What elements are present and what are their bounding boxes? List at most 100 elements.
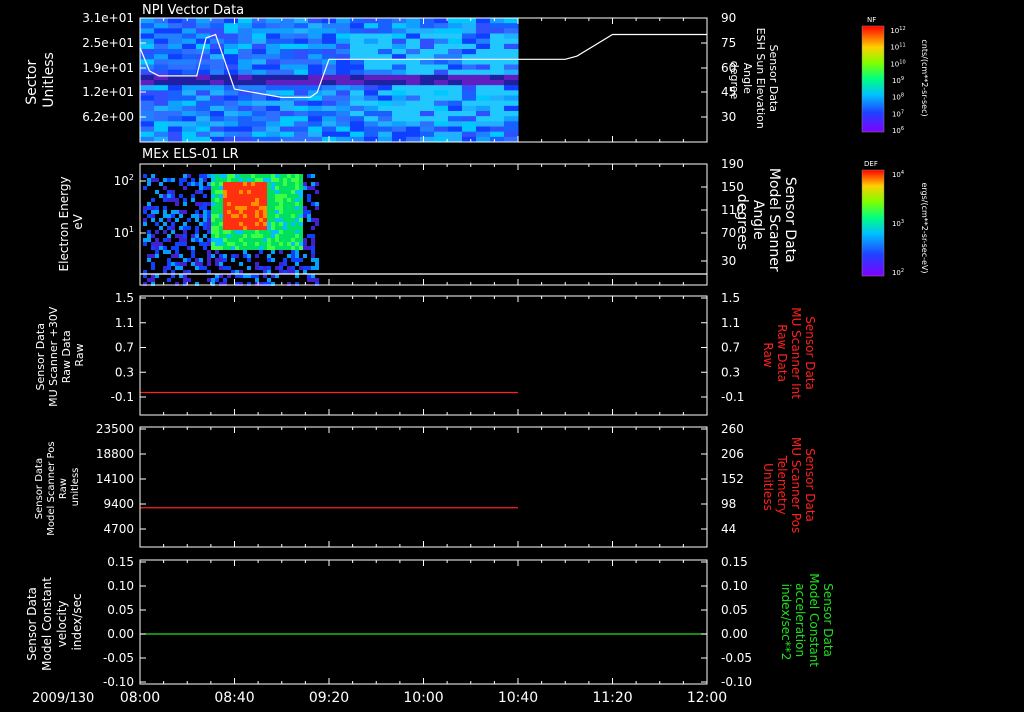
spectrogram-cell [247, 242, 251, 246]
heatmap-cell [182, 54, 197, 60]
spectrogram-cell [247, 258, 251, 262]
heatmap-cell [504, 111, 519, 117]
heatmap-cell [224, 116, 239, 122]
spectrogram-cell [247, 178, 251, 182]
spectrogram-cell [271, 218, 275, 222]
spectrogram-cell [287, 190, 291, 194]
heatmap-cell [378, 23, 393, 29]
heatmap-cell [504, 100, 519, 107]
heatmap-cell [476, 38, 491, 45]
spectrogram-cell [143, 210, 147, 214]
spectrogram-cell [183, 178, 187, 182]
heatmap-cell [504, 90, 519, 96]
spectrogram-cell [295, 226, 299, 230]
spectrogram-cell [151, 254, 155, 258]
spectrogram-cell [291, 206, 295, 210]
heatmap-cell [490, 126, 505, 133]
panel-frame [139, 426, 708, 548]
spectrogram-cell [155, 190, 159, 194]
spectrogram-cell [171, 222, 175, 226]
spectrogram-cell [259, 210, 263, 214]
heatmap-cell [280, 43, 295, 50]
spectrogram-cell [183, 186, 187, 190]
heatmap-cell [350, 90, 365, 96]
spectrogram-cell [239, 226, 243, 230]
spectrogram-cell [287, 206, 291, 210]
heatmap-cell [308, 85, 323, 91]
heatmap-cell [448, 116, 463, 122]
spectrogram-cell [179, 238, 183, 242]
spectrogram-cell [203, 226, 207, 230]
spectrogram-cell [243, 234, 247, 238]
spectrogram-cell [263, 206, 267, 210]
heatmap-cell [182, 131, 197, 138]
heatmap-cell [308, 38, 323, 45]
spectrogram-cell [151, 234, 155, 238]
heatmap-cell [364, 121, 379, 127]
spectrogram-cell [215, 194, 219, 198]
spectrogram-cell [231, 178, 235, 182]
right-tick-label: 90 [721, 11, 736, 25]
heatmap-cell [448, 18, 463, 24]
spectrogram-cell [295, 250, 299, 254]
heatmap-cell [434, 59, 449, 65]
heatmap-cell [378, 100, 393, 107]
spectrogram-cell [255, 210, 259, 214]
def-colorbar-label: DEF [864, 160, 878, 168]
spectrogram-cell [171, 210, 175, 214]
heatmap-cell [224, 28, 239, 34]
spectrogram-cell [311, 234, 315, 238]
heatmap-cell [210, 74, 225, 81]
heatmap-cell [364, 28, 379, 34]
spectrogram-cell [255, 214, 259, 218]
spectrogram-cell [235, 226, 239, 230]
spectrogram-cell [311, 246, 315, 250]
heatmap-cell [252, 80, 267, 86]
spectrogram-cell [167, 262, 171, 266]
spectrogram-cell [251, 218, 255, 222]
heatmap-cell [434, 126, 449, 133]
heatmap-cell [238, 126, 253, 133]
heatmap-cell [224, 111, 239, 117]
spectrogram-cell [227, 186, 231, 190]
heatmap-cell [490, 33, 505, 40]
heatmap-cell [392, 69, 407, 76]
spectrogram-cell [315, 182, 319, 186]
heatmap-cell [140, 74, 155, 81]
spectrogram-cell [247, 174, 251, 178]
figure-canvas: NPI Vector Data 3.1e+01 2.5e+01 1.9e+01 1.2… [24, 3, 929, 706]
spectrogram-cell [219, 266, 223, 270]
nf-colorbar-unit: cnts/(cm**2-sr-sec) [920, 39, 929, 116]
spectrogram-cell [303, 254, 307, 258]
spectrogram-cell [191, 194, 195, 198]
spectrogram-cell [179, 226, 183, 230]
spectrogram-cell [299, 226, 303, 230]
heatmap-cell [448, 80, 463, 86]
heatmap-cell [140, 100, 155, 107]
spectrogram-cell [207, 222, 211, 226]
spectrogram-cell [271, 174, 275, 178]
spectrogram-cell [155, 254, 159, 258]
spectrogram-cell [191, 234, 195, 238]
heatmap-cell [182, 33, 197, 40]
heatmap-cell [294, 38, 309, 45]
spectrogram-cell [183, 174, 187, 178]
spectrogram-cell [231, 246, 235, 250]
heatmap-cell [490, 90, 505, 96]
heatmap-cell [364, 90, 379, 96]
heatmap-cell [350, 80, 365, 86]
right-tick-label: 0.10 [721, 579, 748, 593]
spectrogram-cell [263, 234, 267, 238]
heatmap-cell [462, 38, 477, 45]
heatmap-cell [392, 28, 407, 34]
spectrogram-cell [211, 174, 215, 178]
heatmap-cell [350, 100, 365, 107]
spectrogram-cell [143, 218, 147, 222]
right-tick-label: 190 [721, 157, 744, 171]
right-tick-label: 0.15 [721, 555, 748, 569]
heatmap-cell [392, 121, 407, 127]
spectrogram-cell [215, 226, 219, 230]
spectrogram-cell [299, 234, 303, 238]
spectrogram-cell [259, 178, 263, 182]
heatmap-cell [434, 90, 449, 96]
